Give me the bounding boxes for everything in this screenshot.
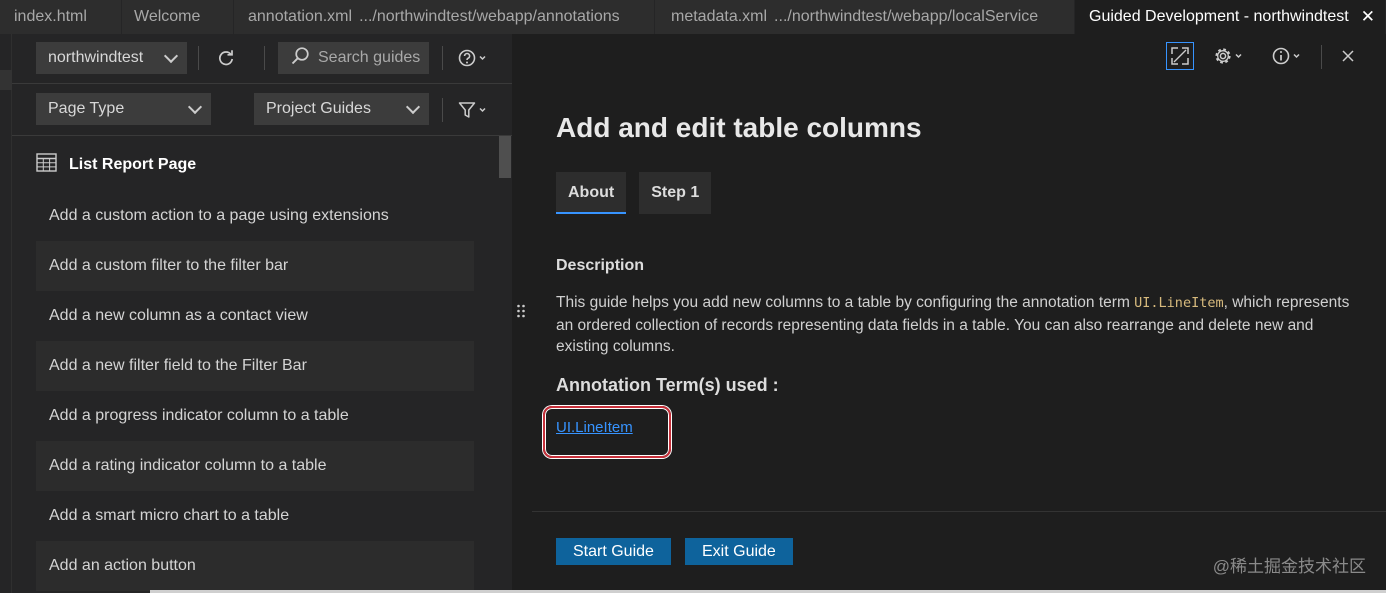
chevron-down-icon bbox=[405, 99, 421, 114]
activity-strip bbox=[0, 34, 12, 593]
drag-grip-icon[interactable] bbox=[516, 303, 526, 323]
chevron-down-icon bbox=[163, 48, 179, 63]
start-guide-button[interactable]: Start Guide bbox=[556, 538, 671, 565]
guides-filter-bar: Page Type Project Guides bbox=[12, 84, 512, 136]
tab-index-html[interactable]: index.html bbox=[0, 0, 122, 34]
close-icon[interactable] bbox=[1335, 44, 1361, 68]
annotation-terms-title: Annotation Term(s) used : bbox=[556, 375, 779, 395]
tab-about[interactable]: About bbox=[556, 172, 627, 214]
search-icon bbox=[290, 46, 310, 71]
guide-list-scrollbar[interactable] bbox=[499, 136, 511, 178]
annotation-term-link[interactable]: UI.LineItem bbox=[556, 419, 633, 436]
guides-toolbar: northwindtest Search guides bbox=[12, 34, 512, 84]
guide-label: Add an action button bbox=[49, 557, 196, 574]
guide-label: Add a progress indicator column to a tab… bbox=[49, 407, 349, 424]
group-header: List Report Page bbox=[36, 152, 196, 178]
search-input[interactable]: Search guides bbox=[278, 42, 429, 74]
tab-label: index.html bbox=[14, 8, 87, 25]
tab-annotation-xml[interactable]: annotation.xml .../northwindtest/webapp/… bbox=[234, 0, 655, 34]
page-type-select[interactable]: Page Type bbox=[36, 93, 211, 125]
group-header-label: List Report Page bbox=[69, 156, 197, 173]
table-icon bbox=[36, 153, 57, 177]
list-item[interactable]: Add a smart micro chart to a table bbox=[36, 491, 474, 541]
description-before: This guide helps you add new columns to … bbox=[556, 294, 1135, 311]
project-select[interactable]: northwindtest bbox=[36, 42, 187, 74]
tab-metadata-xml[interactable]: metadata.xml .../northwindtest/webapp/lo… bbox=[655, 0, 1075, 34]
footer-divider bbox=[532, 511, 1386, 512]
filter-icon[interactable] bbox=[456, 97, 492, 123]
info-icon[interactable] bbox=[1270, 44, 1306, 68]
description-title: Description bbox=[556, 257, 645, 274]
tab-close-icon[interactable]: ✕ bbox=[1361, 7, 1375, 27]
tab-label: metadata.xml bbox=[671, 8, 768, 25]
project-guides-value: Project Guides bbox=[266, 100, 371, 117]
page-title: Add and edit table columns bbox=[556, 112, 922, 143]
list-item[interactable]: Add a custom action to a page using exte… bbox=[36, 191, 474, 241]
tab-step-1[interactable]: Step 1 bbox=[639, 172, 712, 214]
exit-guide-button[interactable]: Exit Guide bbox=[685, 538, 793, 565]
list-item[interactable]: Add an action button bbox=[36, 541, 474, 591]
tab-guided-development[interactable]: Guided Development - northwindtest ✕ bbox=[1075, 0, 1386, 34]
project-select-value: northwindtest bbox=[48, 49, 144, 66]
tab-label: Welcome bbox=[134, 8, 201, 25]
tab-path: .../northwindtest/webapp/annotations bbox=[359, 8, 620, 25]
guides-panel: northwindtest Search guides Page Type Pr… bbox=[12, 34, 512, 593]
tab-path: .../northwindtest/webapp/localService bbox=[774, 8, 1039, 25]
editor-tab-bar: index.html Welcome annotation.xml .../no… bbox=[0, 0, 1386, 34]
tab-label: About bbox=[568, 184, 615, 201]
expand-icon[interactable] bbox=[1166, 42, 1194, 70]
list-item[interactable]: Add a custom filter to the filter bar bbox=[36, 241, 474, 291]
guide-label: Add a rating indicator column to a table bbox=[49, 457, 327, 474]
chevron-down-icon bbox=[187, 99, 203, 114]
guide-label: Add a new filter field to the Filter Bar bbox=[49, 357, 307, 374]
guide-list: Add a custom action to a page using exte… bbox=[36, 191, 474, 591]
guide-label: Add a custom action to a page using exte… bbox=[49, 207, 389, 224]
guide-label: Add a custom filter to the filter bar bbox=[49, 257, 289, 274]
project-guides-select[interactable]: Project Guides bbox=[254, 93, 429, 125]
list-item[interactable]: Add a progress indicator column to a tab… bbox=[36, 391, 474, 441]
list-item[interactable]: Add a new filter field to the Filter Bar bbox=[36, 341, 474, 391]
description-text: This guide helps you add new columns to … bbox=[556, 292, 1356, 358]
watermark: @稀土掘金技术社区 bbox=[1212, 557, 1366, 576]
guide-detail-panel: Add and edit table columns About Step 1 … bbox=[532, 34, 1386, 593]
list-item[interactable]: Add a new column as a contact view bbox=[36, 291, 474, 341]
search-placeholder: Search guides bbox=[318, 49, 421, 66]
page-type-value: Page Type bbox=[48, 100, 125, 117]
refresh-icon[interactable] bbox=[212, 45, 240, 71]
tab-label: annotation.xml bbox=[248, 8, 353, 25]
tab-label: Guided Development - northwindtest bbox=[1089, 8, 1349, 25]
help-icon[interactable] bbox=[456, 45, 492, 71]
tab-welcome[interactable]: Welcome bbox=[122, 0, 234, 34]
gear-icon[interactable] bbox=[1212, 44, 1248, 68]
guide-tabs: About Step 1 bbox=[556, 172, 724, 214]
list-item[interactable]: Add a rating indicator column to a table bbox=[36, 441, 474, 491]
description-code: UI.LineItem bbox=[1134, 295, 1224, 311]
tab-label: Step 1 bbox=[651, 184, 700, 201]
guide-label: Add a smart micro chart to a table bbox=[49, 507, 290, 524]
guide-label: Add a new column as a contact view bbox=[49, 307, 308, 324]
